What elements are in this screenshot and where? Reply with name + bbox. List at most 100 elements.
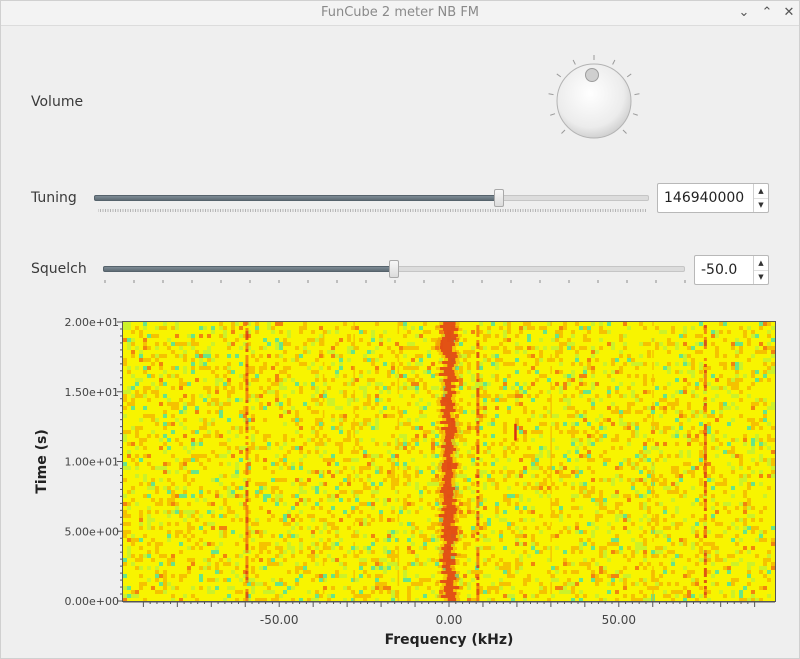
heatmap-cell (459, 438, 463, 442)
heatmap-cell (255, 522, 259, 526)
heatmap-cell (123, 466, 127, 470)
heatmap-cell (423, 562, 427, 566)
heatmap-cell (535, 454, 539, 458)
heatmap-cell (151, 390, 155, 394)
heatmap-cell (375, 426, 379, 430)
heatmap-cell (503, 494, 507, 498)
tuning-frequency-value[interactable]: 146940000 (664, 190, 744, 206)
heatmap-cell (387, 562, 391, 566)
tuning-slider[interactable] (94, 188, 649, 208)
heatmap-cell (267, 494, 271, 498)
tuning-spin-down-button[interactable]: ▼ (754, 198, 768, 212)
heatmap-cell (771, 406, 775, 410)
heatmap-cell (687, 594, 691, 598)
heatmap-cell (619, 382, 623, 386)
heatmap-cell (651, 410, 655, 414)
heatmap-cell (611, 574, 615, 578)
weak-line-segment (550, 434, 552, 438)
heatmap-cell (643, 478, 647, 482)
minimize-button[interactable]: ⌄ (734, 3, 754, 23)
heatmap-cell (319, 498, 323, 502)
heatmap-cell (611, 550, 615, 554)
heatmap-cell (471, 530, 475, 534)
heatmap-cell (215, 402, 219, 406)
carrier-halo (437, 466, 462, 469)
heatmap-cell (275, 374, 279, 378)
heatmap-cell (595, 438, 599, 442)
carrier-halo (434, 373, 459, 376)
heatmap-cell (559, 398, 563, 402)
heatmap-cell (479, 366, 483, 370)
signal-line-segment (703, 433, 707, 436)
heatmap-cell (283, 458, 287, 462)
heatmap-cell (187, 458, 191, 462)
title-bar[interactable]: FunCube 2 meter NB FM ⌄ ⌃ ✕ (1, 1, 799, 26)
maximize-button[interactable]: ⌃ (757, 3, 777, 23)
heatmap-cell (267, 342, 271, 346)
heatmap-cell (535, 474, 539, 478)
heatmap-cell (343, 510, 347, 514)
heatmap-cell (359, 438, 363, 442)
heatmap-cell (347, 458, 351, 462)
waterfall-plot[interactable]: -50.00 0.00 50.00 0.00e+00 5.00e+00 1.00e+01… (1, 301, 800, 659)
squelch-spinbox[interactable]: -50.0 ▲ ▼ (694, 255, 769, 285)
heatmap-cell (299, 546, 303, 550)
heatmap-cell (331, 546, 335, 550)
heatmap-cell (391, 434, 395, 438)
heatmap-cell (375, 366, 379, 370)
close-button[interactable]: ✕ (779, 3, 799, 23)
heatmap-cell (591, 458, 595, 462)
heatmap-cell (463, 478, 467, 482)
heatmap-cell (475, 570, 479, 574)
heatmap-cell (199, 354, 203, 358)
heatmap-cell (559, 466, 563, 470)
squelch-slider-handle[interactable] (389, 260, 399, 278)
heatmap-cell (227, 510, 231, 514)
heatmap-cell (271, 514, 275, 518)
tuning-slider-handle[interactable] (494, 189, 505, 207)
heatmap-cell (335, 354, 339, 358)
heatmap-cell (319, 350, 323, 354)
heatmap-cell (727, 566, 731, 570)
heatmap-cell (259, 406, 263, 410)
heatmap-cell (235, 566, 239, 570)
weak-line-segment (353, 394, 355, 398)
heatmap-cell (635, 494, 639, 498)
heatmap-cell (223, 554, 227, 558)
heatmap-cell (739, 350, 743, 354)
heatmap-cell (431, 534, 435, 538)
heatmap-cell (299, 486, 303, 490)
heatmap-cell (531, 594, 535, 598)
heatmap-cell (591, 374, 595, 378)
heatmap-cell (339, 358, 343, 362)
carrier-halo (441, 592, 461, 595)
tuning-frequency-spinbox[interactable]: 146940000 ▲ ▼ (657, 183, 769, 213)
heatmap-cell (679, 554, 683, 558)
tuning-spin-up-button[interactable]: ▲ (754, 184, 768, 199)
heatmap-cell (671, 482, 675, 486)
heatmap-cell (303, 562, 307, 566)
heatmap-cell (271, 390, 275, 394)
heatmap-cell (387, 386, 391, 390)
volume-knob[interactable] (546, 51, 642, 147)
heatmap-cell (335, 570, 339, 574)
heatmap-cell (635, 398, 639, 402)
heatmap-cell (319, 402, 323, 406)
heatmap-cell (255, 454, 259, 458)
squelch-value[interactable]: -50.0 (701, 262, 737, 278)
squelch-spin-down-button[interactable]: ▼ (754, 270, 768, 284)
heatmap-cell (647, 498, 651, 502)
heatmap-cell (679, 334, 683, 338)
heatmap-cell (223, 326, 227, 330)
heatmap-cell (303, 490, 307, 494)
heatmap-cell (575, 526, 579, 530)
heatmap-cell (271, 578, 275, 582)
heatmap-cell (607, 418, 611, 422)
signal-line-segment (476, 559, 480, 562)
heatmap-cell (391, 590, 395, 594)
heatmap-cell (643, 442, 647, 446)
squelch-slider[interactable] (103, 259, 685, 279)
heatmap-cell (531, 398, 535, 402)
squelch-spin-up-button[interactable]: ▲ (754, 256, 768, 271)
heatmap-cell (371, 518, 375, 522)
